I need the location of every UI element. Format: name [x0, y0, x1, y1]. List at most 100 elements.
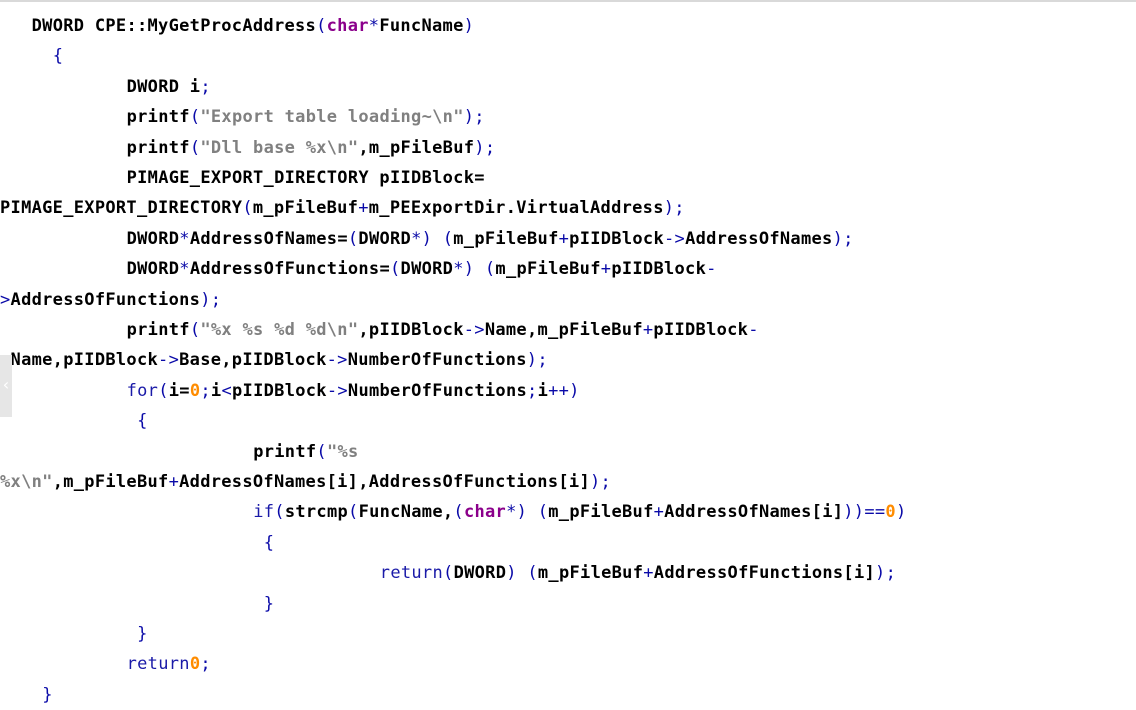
code-token: AddressOfNames[i],AddressOfFunctions[i] — [179, 472, 590, 492]
code-token: * — [179, 259, 190, 280]
code-token: ( — [527, 563, 538, 584]
code-token: + — [358, 198, 369, 219]
code-line: DWORD*AddressOfNames=(DWORD*) (m_pFileBu… — [127, 224, 854, 254]
code-token: printf — [253, 441, 317, 462]
code-token: "Export table loading~\n" — [200, 107, 464, 128]
code-line: if(strcmp(FuncName,(char*) (m_pFileBuf+A… — [253, 497, 906, 527]
code-token: char — [463, 502, 507, 523]
code-token: PIMAGE_EXPORT_DIRECTORY pIIDBlock= — [126, 168, 485, 188]
code-line: { — [53, 41, 64, 71]
code-token: * — [179, 228, 190, 249]
code-token: - — [706, 259, 717, 280]
code-token: + — [168, 472, 180, 492]
code-token: ( — [274, 502, 285, 523]
code-token: ); — [463, 107, 485, 128]
code-token: + — [642, 320, 654, 340]
code-token: ); — [875, 563, 897, 584]
code-token: { — [52, 46, 64, 67]
code-token: "%x %s %d %d\n" — [200, 320, 359, 340]
code-token: ); — [663, 198, 685, 219]
code-token: AddressOfFunctions — [10, 289, 201, 310]
code-token: AddressOfNames[i] — [664, 502, 844, 523]
code-token: *) — [411, 228, 433, 249]
code-token: FuncName, — [358, 502, 454, 523]
code-token: AddressOfNames — [685, 228, 833, 249]
code-token: ( — [537, 502, 549, 523]
code-token: -> — [158, 350, 180, 371]
code-token: DWORD — [453, 563, 507, 584]
left-scroll-handle[interactable]: ‹ — [0, 355, 12, 417]
code-token: DWORD — [126, 228, 180, 249]
code-token: i — [210, 380, 222, 401]
code-token: { — [137, 411, 148, 432]
code-token: -> — [326, 380, 348, 401]
code-token: ); — [474, 137, 496, 158]
code-token: ; — [527, 380, 538, 401]
code-token: + — [600, 259, 612, 280]
code-token: "Dll base %x\n" — [200, 137, 359, 158]
code-token: ; — [200, 380, 211, 401]
code-line: return0; — [127, 649, 211, 679]
code-token: + — [643, 563, 654, 584]
code-token: "%s — [326, 441, 359, 462]
code-token: } — [137, 624, 148, 644]
code-token: > — [0, 289, 11, 310]
code-token: ( — [443, 563, 454, 584]
code-token: 0 — [885, 502, 896, 523]
code-view: DWORD CPE::MyGetProcAddress(char*FuncNam… — [0, 0, 1136, 705]
code-token: if — [253, 502, 275, 523]
code-line: %x\n",m_pFileBuf+AddressOfNames[i],Addre… — [0, 467, 611, 497]
code-token: printf — [126, 320, 190, 340]
code-token: Name,m_pFileBuf — [484, 320, 643, 340]
code-token: DWORD — [126, 259, 180, 280]
code-token: < — [221, 380, 233, 401]
code-token: *) — [453, 259, 475, 280]
code-token: 0 — [189, 654, 201, 675]
code-token: m_pFileBuf — [495, 259, 601, 280]
code-token: return — [379, 563, 444, 584]
code-token: ( — [453, 502, 464, 523]
code-token: AddressOfFunctions[i] — [653, 563, 876, 584]
code-token: 0 — [189, 380, 201, 401]
code-token: ( — [189, 320, 201, 340]
code-token: AddressOfFunctions= — [189, 259, 390, 280]
code-line: DWORD i; — [127, 72, 211, 102]
code-token: ))== — [843, 502, 886, 523]
code-token: + — [653, 502, 665, 523]
code-token: ,m_pFileBuf — [358, 137, 475, 158]
code-token: ; — [200, 76, 211, 97]
code-token: ); — [526, 350, 548, 371]
code-token: Base,pIIDBlock — [179, 350, 327, 371]
code-token: NumberOfFunctions — [347, 380, 528, 401]
code-token: * — [368, 16, 380, 36]
code-token: for — [126, 380, 159, 401]
code-token: NumberOfFunctions — [347, 350, 527, 371]
code-token: i= — [168, 380, 190, 401]
code-token: - — [748, 320, 759, 340]
code-token: ( — [242, 198, 253, 219]
code-token: -> — [664, 228, 686, 249]
code-token: + — [558, 228, 570, 249]
code-token: DWORD — [358, 228, 412, 249]
code-token: i — [537, 380, 549, 401]
code-token: PIMAGE_EXPORT_DIRECTORY — [0, 198, 243, 219]
code-token: ); — [200, 289, 222, 310]
code-token: } — [263, 593, 275, 614]
code-token: ; — [200, 654, 211, 675]
code-line: >Name,pIIDBlock->Base,pIIDBlock->NumberO… — [0, 345, 548, 375]
code-token: ) — [506, 563, 517, 584]
code-line: PIMAGE_EXPORT_DIRECTORY pIIDBlock= — [127, 163, 485, 193]
code-token: strcmp — [284, 502, 349, 523]
code-token: ( — [390, 259, 401, 280]
code-line: } — [264, 589, 275, 619]
code-token: ( — [158, 380, 169, 401]
chevron-left-icon: ‹ — [2, 375, 10, 394]
code-token: -> — [463, 320, 485, 340]
code-token: ( — [442, 228, 454, 249]
code-token: DWORD — [400, 259, 454, 280]
code-token: pIIDBlock — [569, 228, 664, 249]
